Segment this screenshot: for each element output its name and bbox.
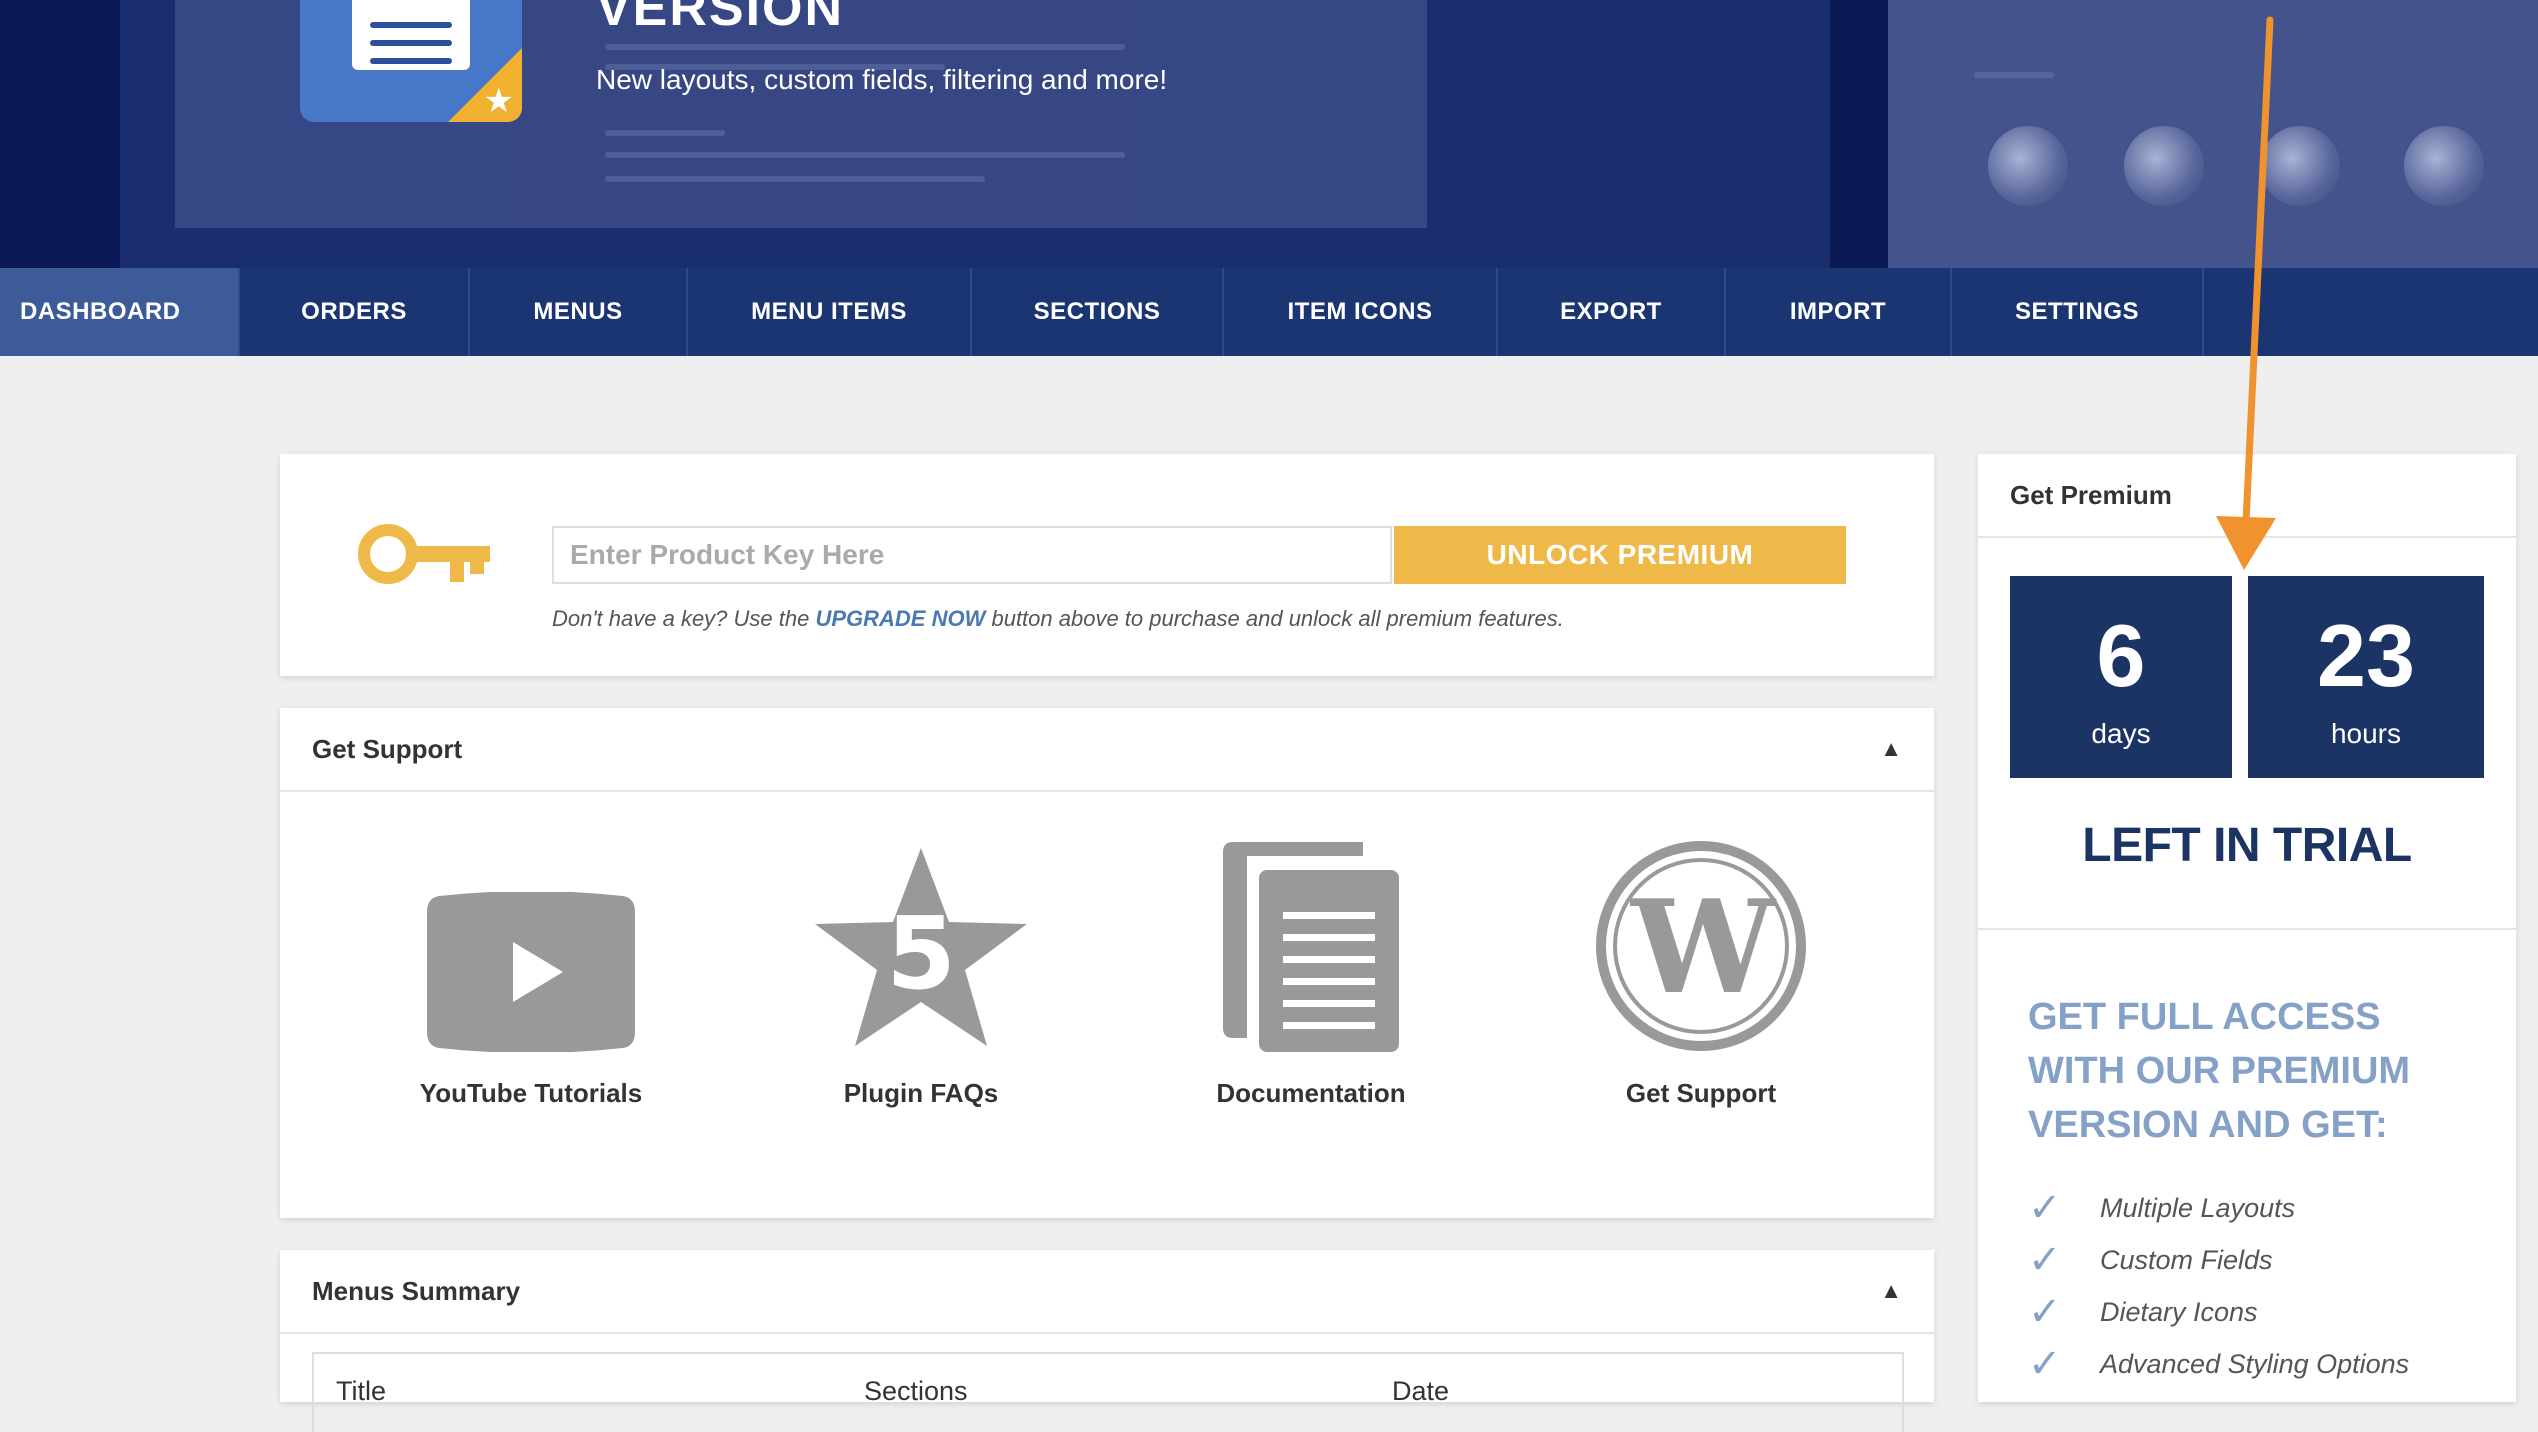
support-plugin-faqs[interactable]: 5 Plugin FAQs [726,792,1116,1109]
nav-tab-item-icons[interactable]: ITEM ICONS [1224,268,1498,356]
premium-promo-text: GET FULL ACCESS WITH OUR PREMIUM VERSION… [2028,996,2411,1146]
banner-title: VERSION [596,0,845,37]
trial-hours-value: 23 [2317,606,2415,705]
column-header-sections[interactable]: Sections [864,1376,968,1407]
support-youtube-tutorials[interactable]: YouTube Tutorials [336,792,726,1109]
key-icon [358,524,490,584]
upgrade-now-link[interactable]: UPGRADE NOW [815,606,985,631]
nav-tab-dashboard[interactable]: DASHBOARD [0,268,240,356]
wordpress-icon: W [1596,841,1806,1051]
get-support-label: Get Support [1625,1078,1777,1108]
column-header-date[interactable]: Date [1392,1376,1449,1407]
nav-tab-settings[interactable]: SETTINGS [1952,268,2204,356]
product-key-card: UNLOCK PREMIUM Don't have a key? Use the… [280,454,1934,676]
support-get-support[interactable]: W Get Support [1506,792,1896,1109]
nav-tab-orders[interactable]: ORDERS [240,268,470,356]
svg-text:W: W [1629,873,1777,1023]
get-support-card: Get Support ▲ YouTube Tutorials 5 Plugin… [280,708,1934,1218]
banner-subtitle: New layouts, custom fields, filtering an… [596,64,1168,95]
nav-tab-sections[interactable]: SECTIONS [972,268,1224,356]
left-in-trial-label: LEFT IN TRIAL [2082,819,2412,872]
help-suffix: button above to purchase and unlock all … [985,606,1564,631]
feature-label: Dietary Icons [2100,1296,2258,1327]
menus-summary-table: Title Sections Date [312,1352,1904,1432]
checkmark-icon: ✓ [2028,1290,2062,1334]
trial-days-label: days [2091,718,2151,749]
support-grid: YouTube Tutorials 5 Plugin FAQs Document… [280,792,1934,1212]
youtube-play-icon [427,892,635,1052]
list-item: ✓ Custom Fields [2028,1234,2409,1286]
nav-tab-menus[interactable]: MENUS [470,268,688,356]
menus-summary-title: Menus Summary [312,1275,521,1306]
documents-icon [1223,842,1399,1052]
star-icon: 5 [815,848,1027,1046]
triangle-up-icon[interactable]: ▲ [1880,736,1902,762]
list-item: ✓ Dietary Icons [2028,1286,2409,1338]
help-prefix: Don't have a key? Use the [552,606,816,631]
triangle-up-icon[interactable]: ▲ [1880,1278,1902,1304]
list-item: ✓ Advanced Styling Options [2028,1338,2409,1390]
feature-label: Custom Fields [2100,1244,2273,1275]
get-premium-title: Get Premium [1978,454,2516,538]
checkmark-icon: ✓ [2028,1238,2062,1282]
column-header-title[interactable]: Title [336,1376,386,1407]
get-support-title: Get Support [312,733,463,764]
menus-summary-header[interactable]: Menus Summary ▲ [280,1250,1934,1334]
nav-tab-menu-items[interactable]: MENU ITEMS [688,268,972,356]
star-icon: ★ [483,82,514,120]
trial-hours-label: hours [2330,718,2402,749]
get-premium-panel: Get Premium 6 days 23 hours LEFT IN TRIA… [1978,454,2516,1402]
plugin-logo-icon: ★ [300,0,522,122]
feature-label: Multiple Layouts [2100,1192,2296,1223]
checkmark-icon: ✓ [2028,1186,2062,1230]
trial-days-value: 6 [2096,606,2146,705]
nav-tab-import[interactable]: IMPORT [1726,268,1952,356]
product-key-help-text: Don't have a key? Use the UPGRADE NOW bu… [552,606,1564,632]
documentation-label: Documentation [1216,1078,1406,1108]
plugin-faqs-label: Plugin FAQs [843,1078,999,1108]
youtube-tutorials-label: YouTube Tutorials [419,1078,643,1108]
product-key-input[interactable] [552,526,1392,584]
nav-tab-export[interactable]: EXPORT [1498,268,1726,356]
main-nav: DASHBOARD ORDERS MENUS MENU ITEMS SECTIO… [0,268,2538,356]
trial-days-box: 6 days [2010,576,2232,778]
trial-hours-box: 23 hours [2248,576,2484,778]
banner-mockup-right [1888,0,2538,268]
feature-label: Advanced Styling Options [2100,1348,2410,1379]
checkmark-icon: ✓ [2028,1342,2062,1386]
faq-number: 5 [886,895,956,1012]
get-support-header[interactable]: Get Support ▲ [280,708,1934,792]
support-documentation[interactable]: Documentation [1116,792,1506,1109]
divider [1978,928,2516,930]
unlock-premium-button[interactable]: UNLOCK PREMIUM [1394,526,1846,584]
list-item: ✓ Multiple Layouts [2028,1182,2409,1234]
menus-summary-card: Menus Summary ▲ Title Sections Date [280,1250,1934,1432]
premium-feature-list: ✓ Multiple Layouts ✓ Custom Fields ✓ Dietar… [2028,1182,2409,1390]
promo-banner: ★ VERSION New layouts, custom fields, fi… [0,0,2538,268]
